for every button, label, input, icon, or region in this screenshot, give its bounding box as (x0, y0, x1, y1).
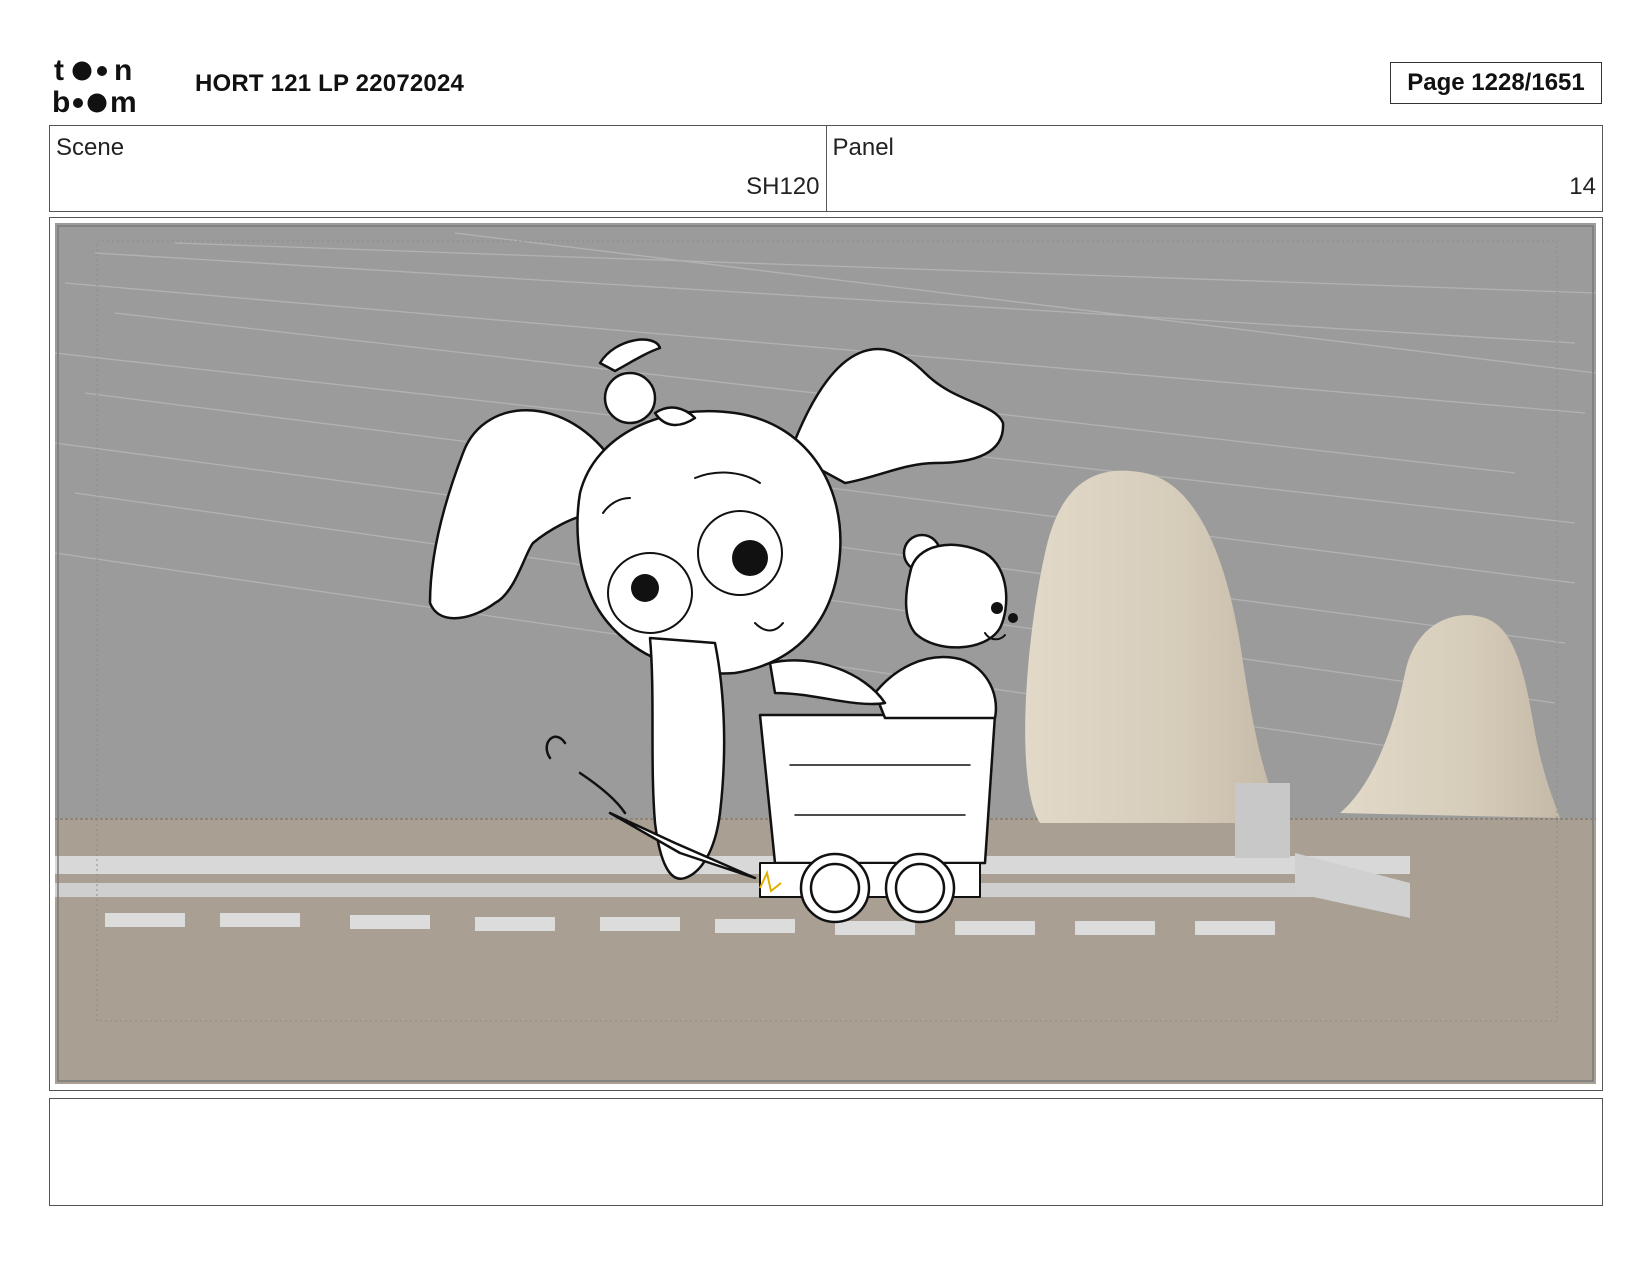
panel-cell: Panel 14 (825, 126, 1603, 211)
storyboard-panel (49, 217, 1603, 1091)
document-title: HORT 121 LP 22072024 (195, 70, 465, 97)
svg-text:m: m (110, 86, 137, 116)
svg-text:b: b (52, 86, 70, 116)
svg-text:n: n (114, 54, 132, 87)
scene-cell: Scene SH120 (50, 126, 826, 211)
svg-text:t: t (54, 54, 64, 87)
storyboard-image (55, 223, 1596, 1084)
scene-value: SH120 (746, 173, 820, 200)
panel-label: Panel (832, 134, 894, 161)
page-number: Page 1228/1651 (1390, 62, 1602, 104)
scene-label: Scene (56, 134, 125, 161)
scene-panel-info: Scene SH120 Panel 14 (49, 125, 1603, 212)
toonboom-logo: t n b m (52, 54, 137, 116)
panel-notes-box (49, 1098, 1603, 1206)
panel-value: 14 (1569, 173, 1596, 200)
